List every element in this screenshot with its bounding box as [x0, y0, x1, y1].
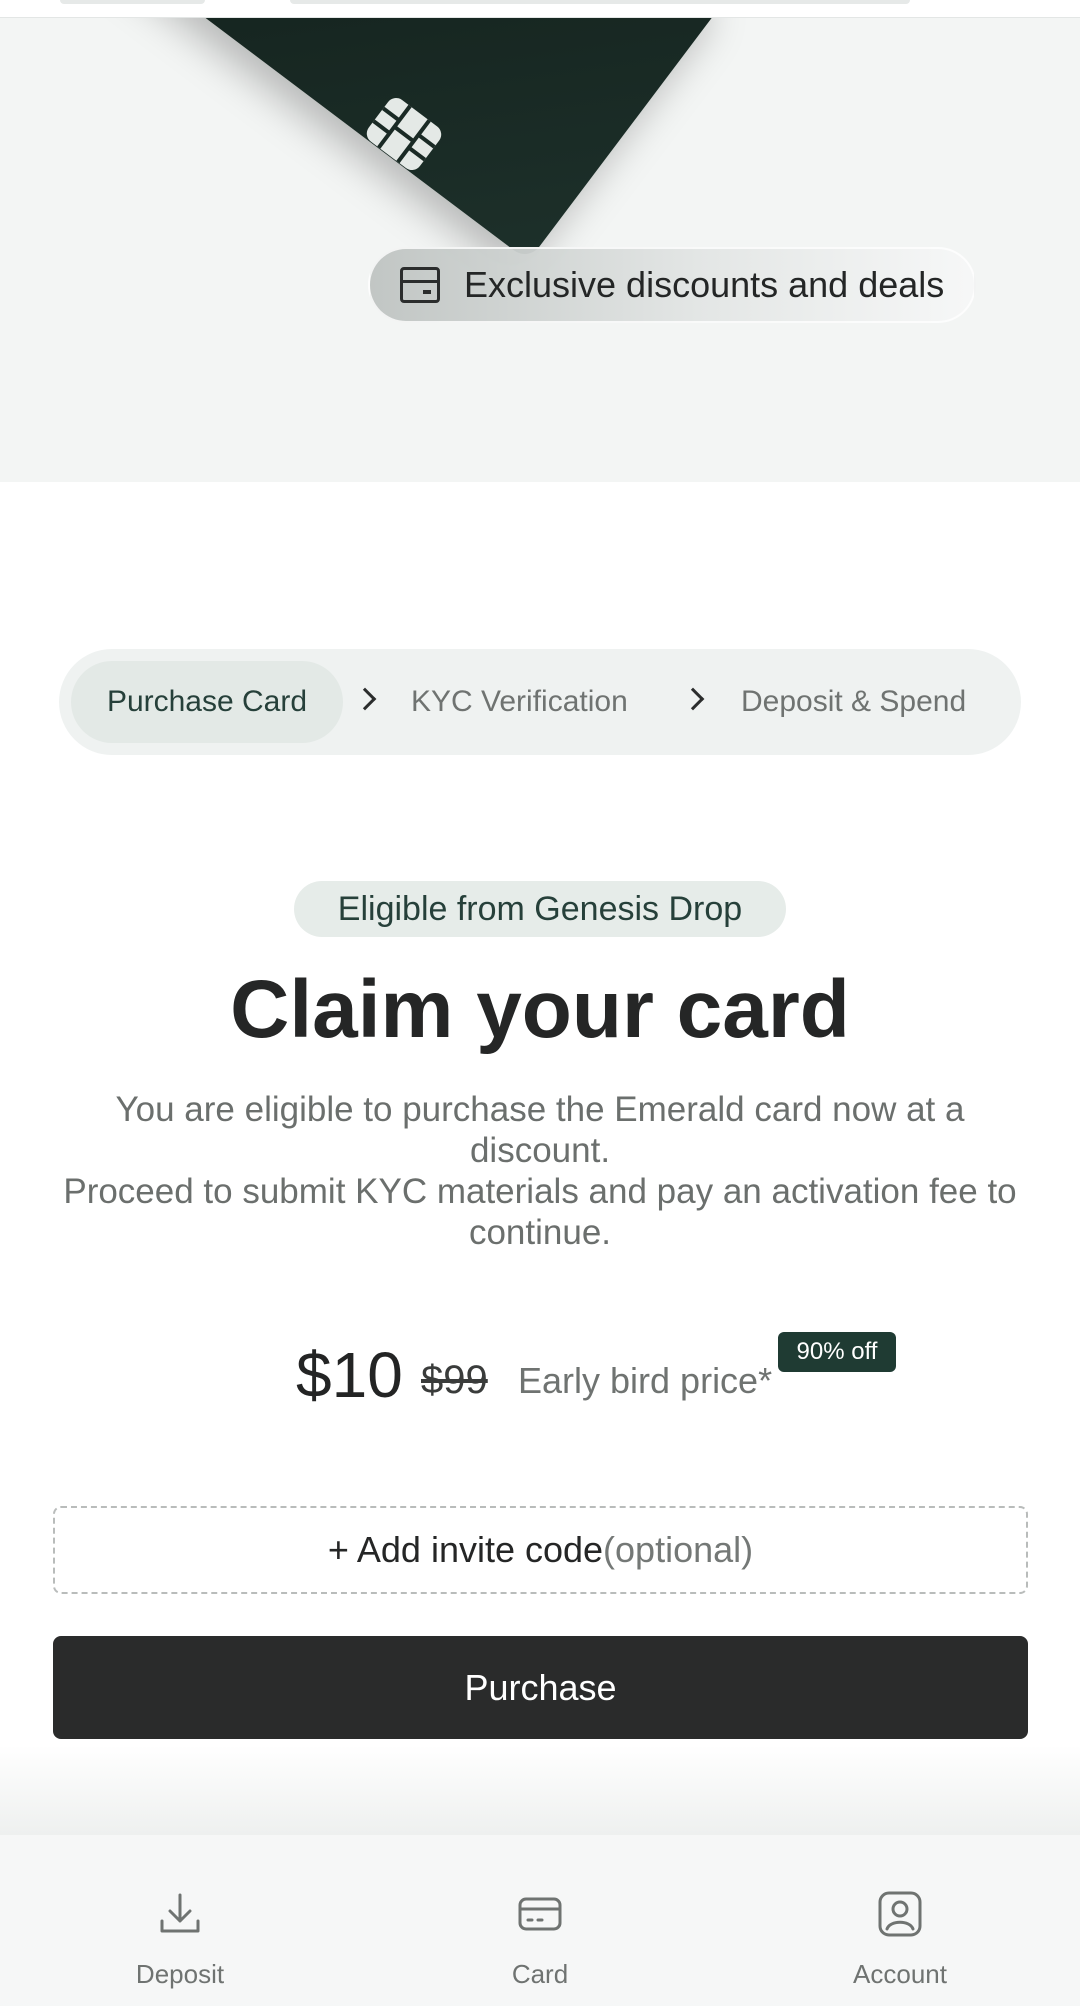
- card-chip-icon: [366, 97, 442, 171]
- nav-item-deposit[interactable]: Deposit: [80, 1835, 280, 2006]
- credit-card-icon: [518, 1897, 562, 1931]
- step-deposit-spend[interactable]: Deposit & Spend: [741, 661, 966, 743]
- scroll-fade: [0, 1745, 1080, 1835]
- purchase-button[interactable]: Purchase: [53, 1636, 1028, 1739]
- invite-label: + Add invite code: [327, 1529, 604, 1570]
- top-tab-indicator: [290, 0, 910, 4]
- nav-label: Card: [511, 1959, 569, 1989]
- download-icon: [160, 1893, 200, 1933]
- page-title: Claim your card: [230, 964, 850, 1055]
- nav-label: Account: [853, 1959, 947, 1989]
- top-tab-indicator: [60, 0, 205, 4]
- step-purchase-card[interactable]: Purchase Card: [71, 661, 343, 743]
- step-kyc-verification[interactable]: KYC Verification: [411, 661, 628, 743]
- price-note: Early bird price*: [518, 1360, 773, 1401]
- chevron-right-icon: [681, 687, 705, 711]
- nav-label: Deposit: [135, 1959, 225, 1989]
- card-outline-icon: [400, 267, 440, 303]
- original-price: $99: [421, 1358, 488, 1402]
- top-strip: [0, 0, 1080, 18]
- description-line: Proceed to submit KYC materials and pay …: [63, 1172, 1017, 1252]
- discount-badge: 90% off: [778, 1332, 896, 1372]
- current-price: $10: [296, 1339, 403, 1411]
- promo-pill: Exclusive discounts and deals: [368, 247, 976, 323]
- hero-banner: solay Exclusive discounts and deals: [0, 18, 1080, 482]
- price-row: $10 $99 Early bird price* 90% off: [0, 1330, 1080, 1430]
- bottom-nav: Deposit Card Account: [0, 1835, 1080, 2006]
- nav-item-card[interactable]: Card: [440, 1835, 640, 2006]
- nav-item-account[interactable]: Account: [800, 1835, 1000, 2006]
- description-line: You are eligible to purchase the Emerald…: [115, 1090, 965, 1170]
- chevron-right-icon: [353, 687, 377, 711]
- account-icon: [878, 1891, 922, 1937]
- progress-stepper: Purchase Card KYC Verification Deposit &…: [59, 649, 1021, 755]
- claim-description: You are eligible to purchase the Emerald…: [50, 1089, 1030, 1253]
- promo-text: Exclusive discounts and deals: [464, 264, 945, 305]
- invite-optional-label: (optional): [603, 1529, 754, 1570]
- add-invite-code-button[interactable]: + Add invite code(optional): [53, 1506, 1028, 1594]
- eligibility-badge: Eligible from Genesis Drop: [294, 881, 786, 937]
